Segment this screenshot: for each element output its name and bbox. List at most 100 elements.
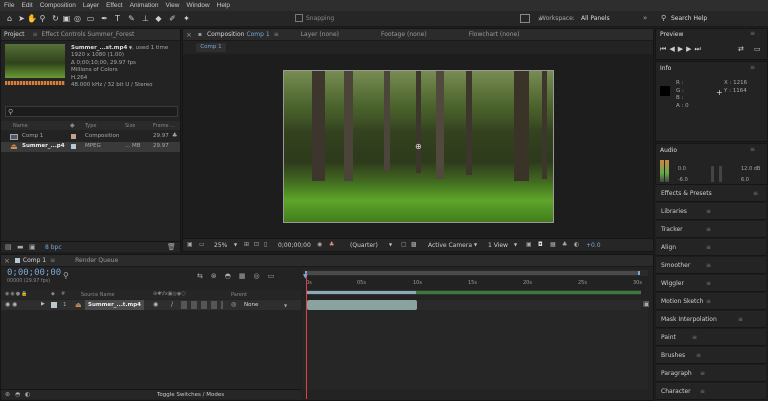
layer-switches-icon[interactable]: ⊛ [5, 391, 10, 398]
menu-icon[interactable]: ≡ [750, 30, 755, 37]
col-parent[interactable]: Parent [231, 292, 247, 298]
parent-arrow-icon[interactable]: ▼ [284, 303, 287, 308]
workspace-value[interactable]: All Panels [581, 15, 610, 22]
interpret-footage-icon[interactable]: ▤ [5, 243, 12, 251]
workspace-toggle-icon[interactable] [520, 14, 530, 23]
flowchart-icon[interactable]: ♣ [172, 132, 177, 139]
views-arrow-icon[interactable]: ▼ [514, 242, 517, 247]
transfer-controls-icon[interactable]: ◓ [15, 391, 20, 398]
menu-view[interactable]: View [166, 2, 180, 9]
close-icon[interactable]: × [186, 31, 192, 39]
label-col-icon[interactable]: ◆ [70, 122, 75, 129]
brush-tool-icon[interactable]: ✎ [127, 14, 136, 23]
twirl-arrow-icon[interactable]: ▶ [41, 301, 45, 307]
menu-icon[interactable]: ≡ [706, 221, 711, 238]
layer-name[interactable]: Summer_...t.mp4 [85, 300, 145, 310]
switch-checkboxes[interactable] [181, 301, 223, 309]
menu-file[interactable]: File [4, 2, 14, 9]
bit-depth-button[interactable]: 8 bpc [45, 244, 62, 251]
grid-icon[interactable]: ⊡ [254, 241, 259, 248]
layer-track-area[interactable] [303, 300, 648, 389]
tab-render-queue[interactable]: Render Queue [75, 257, 118, 264]
search-icon[interactable]: ⚲ [661, 14, 666, 22]
menu-icon[interactable]: ≡ [706, 203, 711, 220]
graph-editor-icon[interactable]: ▭ [268, 272, 283, 280]
zoom-dropdown[interactable]: 25% [214, 242, 227, 249]
work-area-bar[interactable] [303, 270, 648, 276]
panel-motion-sketch[interactable]: Motion Sketch ≡ [656, 293, 766, 310]
level-slider-left[interactable] [711, 166, 714, 182]
menu-layer[interactable]: Layer [83, 2, 99, 9]
menu-effect[interactable]: Effect [106, 2, 123, 9]
audio-icon[interactable]: ◉ [12, 301, 17, 308]
label-color-swatch[interactable] [51, 302, 57, 308]
play-icon[interactable]: ▶ [678, 45, 686, 53]
trash-icon[interactable]: 🗑 [167, 243, 176, 251]
transparency-grid-icon[interactable]: ▩ [411, 241, 417, 248]
menu-composition[interactable]: Composition [40, 2, 76, 9]
frame-blending-icon[interactable]: ▦ [239, 272, 254, 280]
menu-icon[interactable]: ≡ [750, 64, 755, 71]
snapshot-icon[interactable]: ◉ [317, 241, 322, 248]
new-folder-icon[interactable]: ▬ [17, 243, 24, 251]
zoom-arrow-icon[interactable]: ▼ [234, 242, 237, 247]
home-icon[interactable]: ⌂ [5, 14, 14, 23]
menu-icon[interactable]: ≡ [706, 293, 711, 310]
menu-icon[interactable]: ≡ [700, 365, 705, 382]
snapping-checkbox[interactable] [295, 14, 303, 22]
title-safe-icon[interactable]: ⊞ [244, 241, 249, 248]
breadcrumb[interactable]: Comp 1 [196, 43, 226, 52]
rotate-tool-icon[interactable]: ↻ [51, 14, 60, 23]
rectangle-tool-icon[interactable]: ▭ [86, 14, 95, 23]
puppet-tool-icon[interactable]: ✦ [182, 14, 191, 23]
menu-help[interactable]: Help [217, 2, 230, 9]
menu-icon[interactable]: ≡ [706, 275, 711, 292]
selection-tool-icon[interactable]: ➤ [17, 14, 26, 23]
camera-tool-icon[interactable]: ▣ [62, 14, 71, 23]
close-icon[interactable]: × [4, 257, 10, 265]
resolution-dropdown[interactable]: (Quarter) [350, 242, 378, 249]
panel-smoother[interactable]: Smoother ≡ [656, 257, 766, 274]
new-composition-icon[interactable]: ▣ [29, 243, 36, 251]
viewer-timecode[interactable]: 0;00;00;00 [278, 242, 311, 249]
toggle-pixel-aspect-icon[interactable]: ▣ [526, 241, 532, 248]
menu-icon[interactable]: ≡ [750, 146, 755, 153]
lock-icon[interactable]: ▪ [198, 31, 202, 38]
menu-icon[interactable]: ≡ [738, 311, 743, 328]
project-item[interactable]: ⏏ Summer_...p4 MPEG ... MB 29.97 [1, 142, 180, 152]
draft-3d-icon[interactable]: ⊛ [211, 272, 225, 280]
panel-align[interactable]: Align ≡ [656, 239, 766, 256]
menu-icon[interactable]: ≡ [696, 347, 701, 364]
panel-wiggler[interactable]: Wiggler ≡ [656, 275, 766, 292]
panel-tracker[interactable]: Tracker ≡ [656, 221, 766, 238]
panel-paint[interactable]: Paint ≡ [656, 329, 766, 346]
menu-icon[interactable]: ≡ [33, 31, 38, 38]
collapse-switch-icon[interactable]: ◉ [153, 301, 158, 308]
comp-mini-flowchart-icon[interactable]: ⇆ [197, 272, 211, 280]
toggle-switches-modes-button[interactable]: Toggle Switches / Modes [157, 392, 224, 398]
region-of-interest-icon[interactable]: ▢ [401, 241, 407, 248]
menu-icon[interactable]: ≡ [50, 257, 55, 264]
label-color-swatch[interactable] [71, 134, 76, 139]
layer-row[interactable]: ◉ ◉ ▶ 1 ⏏ Summer_...t.mp4 ◉ / ◎ None ▼ [1, 300, 301, 310]
clone-stamp-tool-icon[interactable]: ⊥ [141, 14, 150, 23]
exposure-value[interactable]: +0.0 [586, 242, 601, 249]
first-frame-icon[interactable]: ⏮ [660, 45, 669, 53]
zoom-tool-icon[interactable]: ⚲ [38, 14, 47, 23]
camera-dropdown[interactable]: Active Camera [428, 242, 472, 249]
col-source-name[interactable]: Source Name [81, 292, 115, 298]
last-frame-icon[interactable]: ⏭ [694, 45, 703, 53]
views-dropdown[interactable]: 1 View [488, 242, 508, 249]
menu-icon[interactable]: ≡ [706, 257, 711, 274]
tab-composition-name[interactable]: Comp 1 [246, 31, 269, 38]
playhead-icon[interactable]: ▼ [303, 273, 308, 280]
shy-icon[interactable]: ◓ [225, 272, 239, 280]
parent-dropdown[interactable]: None [244, 302, 258, 308]
col-name[interactable]: Name [13, 123, 28, 129]
menu-animation[interactable]: Animation [130, 2, 159, 9]
menu-window[interactable]: Window [187, 2, 210, 9]
search-icon[interactable]: ⚲ [63, 271, 69, 280]
type-tool-icon[interactable]: T [113, 14, 122, 23]
col-type[interactable]: Type [85, 123, 96, 129]
anchor-point-icon[interactable]: ⊕ [415, 142, 422, 151]
